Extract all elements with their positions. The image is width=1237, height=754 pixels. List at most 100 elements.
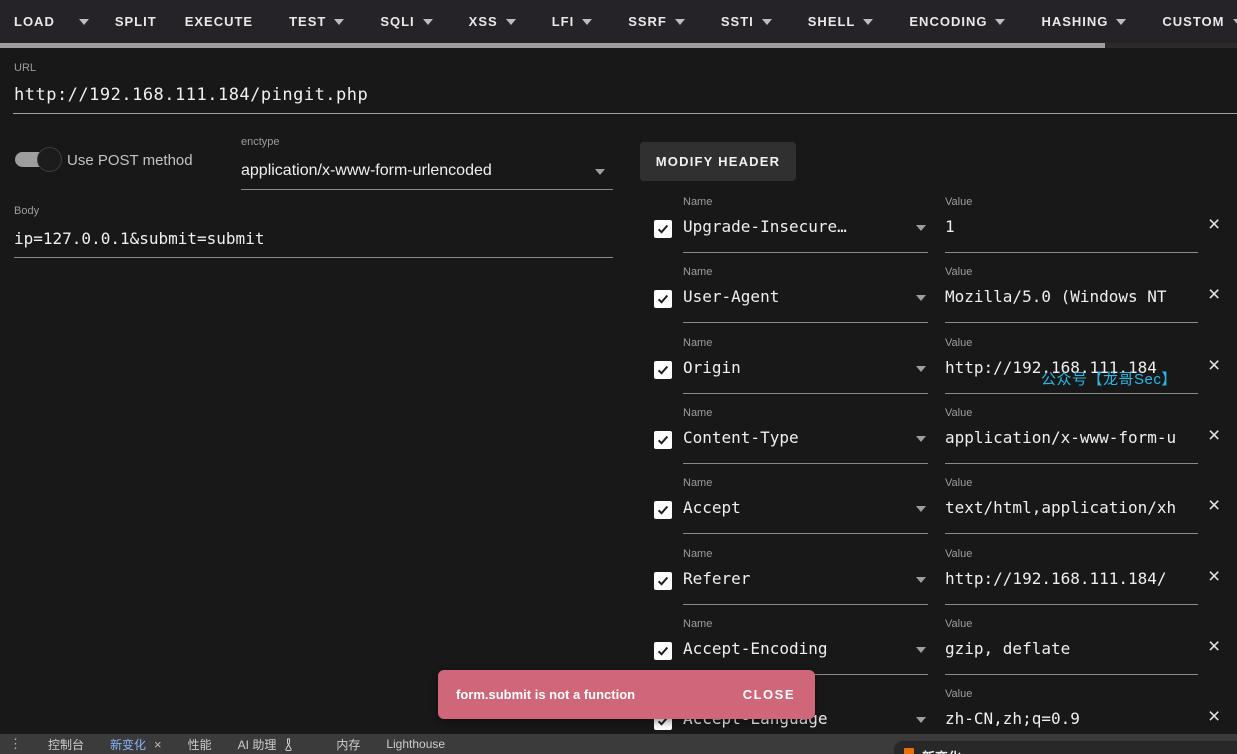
devtools-tab-performance[interactable]: 性能	[188, 736, 212, 753]
chevron-down-icon	[916, 577, 926, 583]
menubar: LOAD SPLIT EXECUTE TEST SQLI XSS LFI SSR…	[0, 0, 1237, 43]
chevron-down-icon	[916, 366, 926, 372]
name-field-label: Name	[683, 266, 712, 278]
name-field-label: Name	[683, 618, 712, 630]
menu-ssti[interactable]: SSTI	[707, 0, 786, 43]
name-field-label: Name	[683, 196, 712, 208]
header-row: Name Value Content-Type application/x-ww…	[640, 407, 1237, 477]
value-field-label: Value	[945, 196, 972, 208]
menu-shell[interactable]: SHELL	[794, 0, 888, 43]
url-field-label: URL	[14, 62, 36, 74]
header-enabled-checkbox[interactable]	[654, 572, 672, 590]
header-enabled-checkbox[interactable]	[654, 642, 672, 660]
chevron-down-icon	[863, 19, 873, 25]
chevron-down-icon	[916, 717, 926, 723]
menu-ssrf[interactable]: SSRF	[614, 0, 699, 43]
menu-encoding[interactable]: ENCODING	[895, 0, 1019, 43]
body-input[interactable]: ip=127.0.0.1&submit=submit	[14, 229, 264, 248]
header-name-select[interactable]: Accept	[683, 498, 911, 517]
url-input-underline	[13, 113, 1237, 114]
chevron-down-icon	[582, 19, 592, 25]
body-input-underline	[14, 257, 613, 258]
enctype-select[interactable]: application/x-www-form-urlencoded	[241, 162, 492, 180]
value-field-label: Value	[945, 407, 972, 419]
close-icon[interactable]: ×	[1208, 214, 1220, 235]
modify-header-button[interactable]: MODIFY HEADER	[640, 142, 796, 181]
menu-scrollbar-track	[0, 43, 1237, 48]
snackbar-close-button[interactable]: CLOSE	[743, 687, 815, 702]
header-row: Name Value User-Agent Mozilla/5.0 (Windo…	[640, 266, 1237, 336]
close-icon[interactable]: ×	[1208, 636, 1220, 657]
header-name-select[interactable]: Referer	[683, 569, 911, 588]
header-name-select[interactable]: Accept-Encoding	[683, 639, 911, 658]
use-post-toggle[interactable]	[15, 146, 63, 174]
header-value-input[interactable]: application/x-www-form-u	[945, 428, 1198, 447]
value-field-label: Value	[945, 548, 972, 560]
close-icon[interactable]: ×	[1208, 284, 1220, 305]
header-value-input[interactable]: gzip, deflate	[945, 639, 1198, 658]
menu-lfi[interactable]: LFI	[538, 0, 607, 43]
name-field-label: Name	[683, 337, 712, 349]
body-field-label: Body	[14, 205, 39, 217]
header-enabled-checkbox[interactable]	[654, 431, 672, 449]
header-value-input[interactable]: 1	[945, 217, 1198, 236]
menu-sqli[interactable]: SQLI	[366, 0, 446, 43]
header-enabled-checkbox[interactable]	[654, 501, 672, 519]
value-field-label: Value	[945, 266, 972, 278]
menu-scrollbar-thumb[interactable]	[0, 43, 1105, 48]
more-tabs-icon[interactable]: ⋮	[9, 736, 22, 752]
close-icon[interactable]: ×	[1208, 355, 1220, 376]
header-enabled-checkbox[interactable]	[654, 290, 672, 308]
chevron-down-icon	[79, 19, 89, 25]
close-icon[interactable]: ×	[1208, 425, 1220, 446]
enctype-underline	[241, 189, 613, 190]
menu-load-dropdown[interactable]	[67, 0, 101, 43]
snackbar-message: form.submit is not a function	[438, 687, 635, 702]
menu-xss[interactable]: XSS	[455, 0, 530, 43]
header-enabled-checkbox[interactable]	[654, 220, 672, 238]
error-snackbar: form.submit is not a function CLOSE	[438, 670, 815, 719]
value-field-label: Value	[945, 477, 972, 489]
header-name-select[interactable]: User-Agent	[683, 287, 911, 306]
header-name-select[interactable]: Content-Type	[683, 428, 911, 447]
header-value-input[interactable]: http://192.168.111.184	[945, 358, 1198, 377]
header-enabled-checkbox[interactable]	[654, 361, 672, 379]
devtools-tab-console[interactable]: 控制台	[48, 736, 84, 753]
chevron-down-icon	[995, 19, 1005, 25]
close-icon[interactable]: ×	[1208, 706, 1220, 727]
header-name-select[interactable]: Origin	[683, 358, 911, 377]
devtools-tab-ai-assistant[interactable]: AI 助理	[238, 736, 277, 753]
chevron-down-icon	[423, 19, 433, 25]
menu-load[interactable]: LOAD	[0, 0, 67, 43]
close-icon[interactable]: ×	[1208, 495, 1220, 516]
header-value-input[interactable]: text/html,application/xh	[945, 498, 1198, 517]
chevron-down-icon	[334, 19, 344, 25]
url-input[interactable]: http://192.168.111.184/pingit.php	[14, 85, 368, 105]
devtools-tab-memory[interactable]: 内存	[336, 736, 360, 753]
menu-split[interactable]: SPLIT	[101, 0, 171, 43]
close-icon[interactable]: ×	[1208, 566, 1220, 587]
value-field-label: Value	[945, 618, 972, 630]
chevron-down-icon	[675, 19, 685, 25]
name-field-label: Name	[683, 548, 712, 560]
header-value-input[interactable]: http://192.168.111.184/	[945, 569, 1198, 588]
devtools-tab-lighthouse[interactable]: Lighthouse	[386, 737, 445, 751]
chevron-down-icon	[916, 295, 926, 301]
menu-test[interactable]: TEST	[275, 0, 358, 43]
name-field-label: Name	[683, 407, 712, 419]
chevron-down-icon	[916, 647, 926, 653]
menu-custom[interactable]: CUSTOM	[1148, 0, 1237, 43]
menu-execute[interactable]: EXECUTE	[171, 0, 267, 43]
devtools-tab-whats-new[interactable]: 新变化	[110, 736, 146, 753]
experiment-flask-icon	[283, 738, 294, 751]
panel-logo-icon	[904, 748, 914, 754]
close-icon[interactable]: ×	[154, 737, 162, 752]
header-name-select[interactable]: Upgrade-Insecure…	[683, 217, 911, 236]
header-row: Name Value Accept text/html,application/…	[640, 477, 1237, 547]
chevron-down-icon	[916, 436, 926, 442]
header-value-input[interactable]: Mozilla/5.0 (Windows NT	[945, 287, 1198, 306]
chevron-down-icon	[762, 19, 772, 25]
header-value-input[interactable]: zh-CN,zh;q=0.9	[945, 709, 1198, 728]
chevron-down-icon	[1116, 19, 1126, 25]
menu-hashing[interactable]: HASHING	[1027, 0, 1140, 43]
